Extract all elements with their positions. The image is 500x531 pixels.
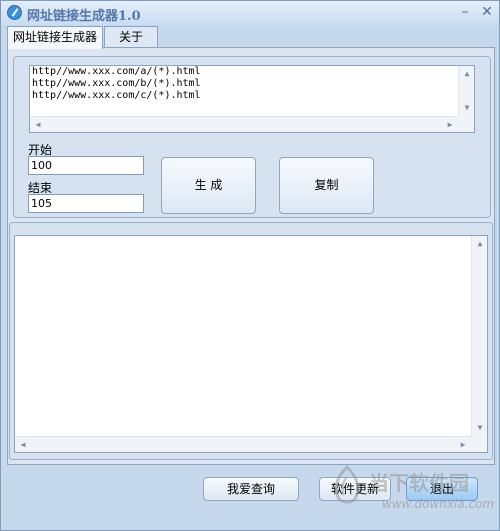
scroll-up-icon[interactable]: ▲ [459,66,474,82]
main-panel: http//www.xxx.com/a/(*).html http//www.x… [7,47,495,465]
app-window: 网址链接生成器1.0 – ✕ 网址链接生成器 关于 http//www.xxx.… [0,0,500,531]
end-input[interactable]: 105 [28,194,144,213]
app-icon [7,5,22,20]
watermark-url: www.downxia.com [382,497,495,511]
url-template-textarea[interactable]: http//www.xxx.com/a/(*).html http//www.x… [29,65,475,133]
url-template-line: http//www.xxx.com/c/(*).html [32,90,201,101]
watermark-text: 当下软件园 [369,471,469,495]
start-input[interactable]: 100 [28,156,144,175]
close-icon[interactable]: ✕ [478,4,496,20]
scroll-up-icon[interactable]: ▲ [472,236,487,252]
tab-about[interactable]: 关于 [104,26,158,48]
tab-url-generator[interactable]: 网址链接生成器 [7,26,103,49]
scroll-right-icon[interactable]: ▶ [455,437,471,452]
scroll-corner [471,436,487,452]
url-template-line: http//www.xxx.com/a/(*).html [32,66,201,77]
title-bar: 网址链接生成器1.0 – ✕ [1,1,499,25]
minimize-icon[interactable]: – [456,4,474,20]
scroll-right-icon[interactable]: ▶ [442,117,458,132]
vertical-scrollbar[interactable]: ▲ ▼ [458,66,474,116]
scroll-left-icon[interactable]: ◀ [15,437,31,452]
horizontal-scrollbar[interactable]: ◀ ▶ [30,116,458,132]
scroll-corner [458,116,474,132]
window-title: 网址链接生成器1.0 [27,9,141,24]
settings-group: http//www.xxx.com/a/(*).html http//www.x… [13,56,491,218]
vertical-scrollbar[interactable]: ▲ ▼ [471,236,487,436]
generate-button[interactable]: 生 成 [161,157,256,214]
horizontal-scrollbar[interactable]: ◀ ▶ [15,436,471,452]
output-group: ▲ ▼ ◀ ▶ [9,222,493,460]
scroll-left-icon[interactable]: ◀ [30,117,46,132]
watermark-logo-icon [334,465,360,504]
query-button[interactable]: 我爱查询 [203,477,299,501]
output-textarea[interactable]: ▲ ▼ ◀ ▶ [14,235,488,453]
scroll-down-icon[interactable]: ▼ [472,420,487,436]
scroll-down-icon[interactable]: ▼ [459,100,474,116]
copy-button[interactable]: 复制 [279,157,374,214]
url-template-line: http//www.xxx.com/b/(*).html [32,78,201,89]
